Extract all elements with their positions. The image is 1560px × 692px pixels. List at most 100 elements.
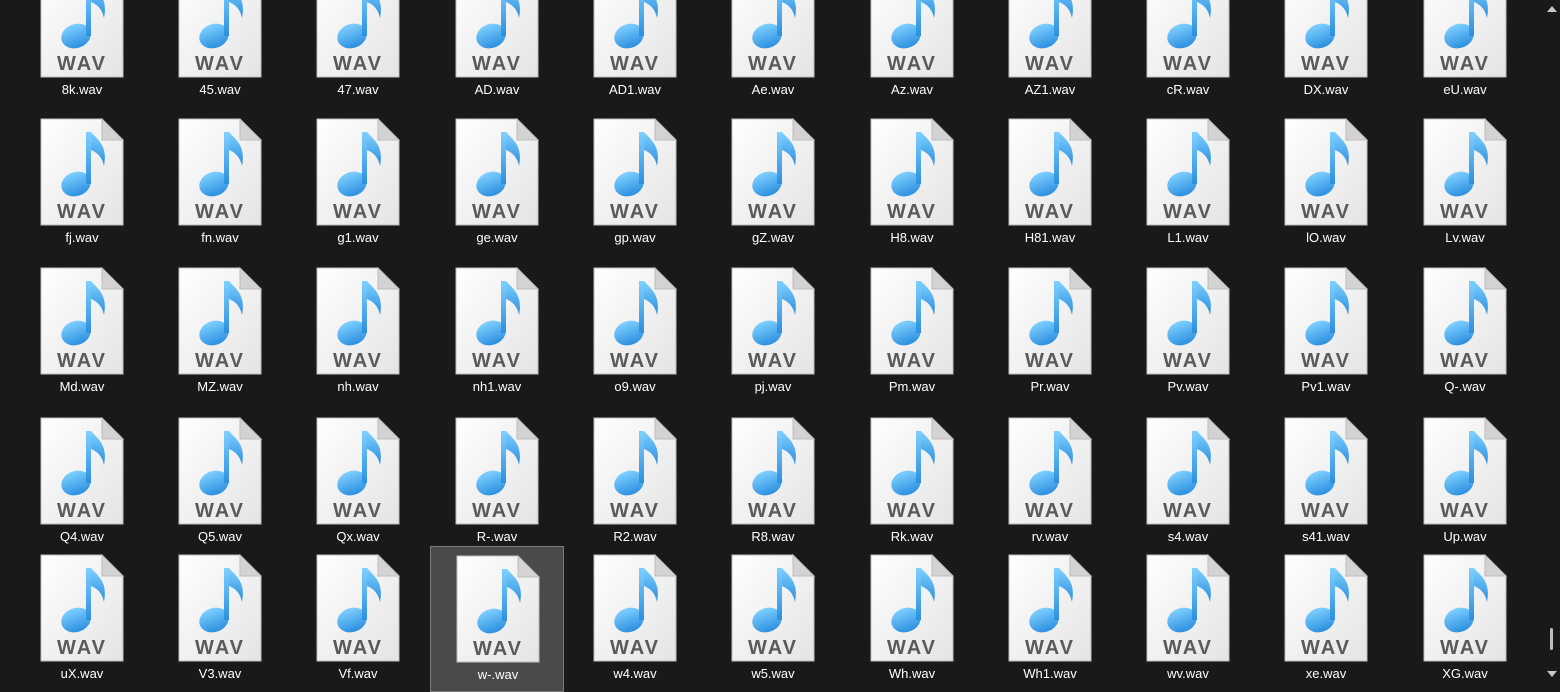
file-item[interactable]: WAV rv.wav	[983, 409, 1117, 555]
wav-file-icon: WAV	[178, 117, 263, 226]
file-item[interactable]: WAV g1.wav	[291, 110, 425, 256]
wav-file-icon: WAV	[1423, 416, 1508, 525]
svg-text:WAV: WAV	[195, 53, 245, 75]
file-name-label: nh.wav	[337, 379, 379, 394]
file-item[interactable]: WAV Pr.wav	[983, 259, 1117, 405]
svg-text:WAV: WAV	[748, 53, 798, 75]
file-item[interactable]: WAV Q-.wav	[1398, 259, 1532, 405]
file-name-label: pj.wav	[754, 379, 792, 394]
file-item[interactable]: WAV Rk.wav	[845, 409, 979, 555]
file-name-label: Vf.wav	[338, 666, 378, 681]
file-item[interactable]: WAV Q4.wav	[15, 409, 149, 555]
file-item[interactable]: WAV Qx.wav	[291, 409, 425, 555]
file-item[interactable]: WAV w-.wav	[430, 546, 564, 692]
svg-text:WAV: WAV	[1301, 350, 1351, 372]
file-item[interactable]: WAV Pm.wav	[845, 259, 979, 405]
file-name-label: w5.wav	[751, 666, 795, 681]
file-name-label: Q-.wav	[1444, 379, 1486, 394]
file-item[interactable]: WAV lO.wav	[1259, 110, 1393, 256]
file-name-label: gp.wav	[614, 230, 656, 245]
file-item[interactable]: WAV DX.wav	[1259, 0, 1393, 108]
wav-file-icon: WAV	[1423, 0, 1507, 78]
wav-file-icon: WAV	[1146, 266, 1231, 375]
svg-text:WAV: WAV	[610, 350, 660, 372]
file-name-label: gZ.wav	[752, 230, 794, 245]
file-item[interactable]: WAV H8.wav	[845, 110, 979, 256]
file-item[interactable]: WAV xe.wav	[1259, 546, 1393, 692]
scroll-up-icon[interactable]	[1547, 6, 1557, 12]
file-item[interactable]: WAV AD1.wav	[568, 0, 702, 108]
wav-file-icon: WAV	[731, 0, 815, 78]
file-item[interactable]: WAV nh1.wav	[430, 259, 564, 405]
file-item[interactable]: WAV 8k.wav	[15, 0, 149, 108]
file-item[interactable]: WAV ge.wav	[430, 110, 564, 256]
svg-text:WAV: WAV	[333, 500, 383, 522]
wav-file-icon: WAV	[316, 117, 401, 226]
file-item[interactable]: WAV AD.wav	[430, 0, 564, 108]
file-item[interactable]: WAV fn.wav	[153, 110, 287, 256]
svg-text:WAV: WAV	[195, 201, 245, 223]
svg-text:WAV: WAV	[1301, 201, 1351, 223]
file-item[interactable]: WAV R-.wav	[430, 409, 564, 555]
file-item[interactable]: WAV V3.wav	[153, 546, 287, 692]
file-item[interactable]: WAV Wh1.wav	[983, 546, 1117, 692]
file-item[interactable]: WAV pj.wav	[706, 259, 840, 405]
svg-text:WAV: WAV	[748, 201, 798, 223]
file-name-label: w4.wav	[613, 666, 657, 681]
file-item[interactable]: WAV Q5.wav	[153, 409, 287, 555]
file-item[interactable]: WAV Md.wav	[15, 259, 149, 405]
file-item[interactable]: WAV fj.wav	[15, 110, 149, 256]
file-item[interactable]: WAV s41.wav	[1259, 409, 1393, 555]
file-item[interactable]: WAV XG.wav	[1398, 546, 1532, 692]
file-name-label: nh1.wav	[472, 379, 522, 394]
file-item[interactable]: WAV o9.wav	[568, 259, 702, 405]
file-item[interactable]: WAV Pv.wav	[1121, 259, 1255, 405]
scrollbar-thumb[interactable]	[1550, 628, 1553, 650]
wav-file-icon: WAV	[456, 554, 541, 663]
file-item[interactable]: WAV MZ.wav	[153, 259, 287, 405]
scroll-down-icon[interactable]	[1547, 671, 1557, 677]
file-item[interactable]: WAV L1.wav	[1121, 110, 1255, 256]
wav-file-icon: WAV	[1008, 416, 1093, 525]
file-item[interactable]: WAV Up.wav	[1398, 409, 1532, 555]
wav-file-icon: WAV	[870, 553, 955, 662]
file-item[interactable]: WAV Lv.wav	[1398, 110, 1532, 256]
file-item[interactable]: WAV w5.wav	[706, 546, 840, 692]
file-item[interactable]: WAV uX.wav	[15, 546, 149, 692]
file-name-label: s4.wav	[1167, 529, 1209, 544]
file-item[interactable]: WAV 47.wav	[291, 0, 425, 108]
wav-file-icon: WAV	[593, 117, 678, 226]
svg-text:WAV: WAV	[748, 350, 798, 372]
file-item[interactable]: WAV Ae.wav	[706, 0, 840, 108]
file-item[interactable]: WAV w4.wav	[568, 546, 702, 692]
file-item[interactable]: WAV cR.wav	[1121, 0, 1255, 108]
file-name-label: Pr.wav	[1030, 379, 1070, 394]
file-item[interactable]: WAV s4.wav	[1121, 409, 1255, 555]
file-item[interactable]: WAV 45.wav	[153, 0, 287, 108]
svg-text:WAV: WAV	[1163, 53, 1213, 75]
file-item[interactable]: WAV Wh.wav	[845, 546, 979, 692]
svg-text:WAV: WAV	[887, 53, 937, 75]
file-item[interactable]: WAV R8.wav	[706, 409, 840, 555]
wav-file-icon: WAV	[40, 416, 125, 525]
file-item[interactable]: WAV Pv1.wav	[1259, 259, 1393, 405]
file-item[interactable]: WAV wv.wav	[1121, 546, 1255, 692]
file-item[interactable]: WAV nh.wav	[291, 259, 425, 405]
svg-text:WAV: WAV	[473, 638, 523, 660]
wav-file-icon: WAV	[316, 0, 400, 78]
file-item[interactable]: WAV R2.wav	[568, 409, 702, 555]
file-item[interactable]: WAV AZ1.wav	[983, 0, 1117, 108]
file-item[interactable]: WAV Az.wav	[845, 0, 979, 108]
wav-file-icon: WAV	[1284, 416, 1369, 525]
svg-text:WAV: WAV	[57, 350, 107, 372]
file-item[interactable]: WAV eU.wav	[1398, 0, 1532, 108]
file-item[interactable]: WAV H81.wav	[983, 110, 1117, 256]
svg-text:WAV: WAV	[1440, 53, 1490, 75]
svg-text:WAV: WAV	[1025, 53, 1075, 75]
file-name-label: 8k.wav	[61, 82, 103, 97]
file-item[interactable]: WAV gp.wav	[568, 110, 702, 256]
wav-file-icon: WAV	[870, 0, 954, 78]
vertical-scrollbar[interactable]	[1544, 0, 1560, 683]
file-item[interactable]: WAV Vf.wav	[291, 546, 425, 692]
file-item[interactable]: WAV gZ.wav	[706, 110, 840, 256]
